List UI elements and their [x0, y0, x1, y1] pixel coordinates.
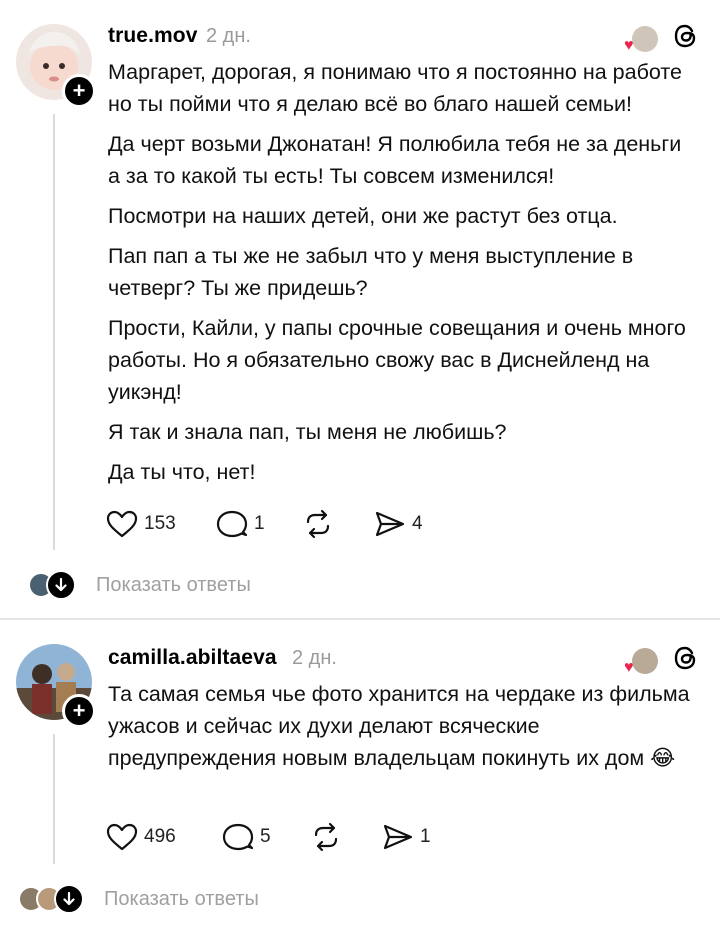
follow-button[interactable]: +: [62, 74, 96, 108]
threads-logo-icon[interactable]: [672, 22, 700, 55]
thread-post: + true.mov 2 дн. ♥ Маргарет, дорогая, я …: [0, 0, 720, 620]
post-paragraph: Посмотри на наших детей, они же растут б…: [108, 204, 618, 228]
post-body: Маргарет, дорогая, я понимаю что я посто…: [108, 56, 698, 496]
share-count: 1: [420, 826, 431, 847]
post-paragraph: Маргарет, дорогая, я понимаю что я посто…: [108, 60, 682, 116]
post-paragraph: Прости, Кайли, у папы срочные совещания …: [108, 316, 686, 404]
reactor-avatar[interactable]: ♥: [624, 647, 658, 675]
follow-button[interactable]: +: [62, 694, 96, 728]
send-icon: [375, 511, 405, 537]
post-paragraph: Та самая семья чье фото хранится на черд…: [108, 682, 690, 770]
heart-icon: ♥: [624, 658, 634, 676]
heart-outline-icon: [106, 510, 138, 538]
share-button[interactable]: 1: [382, 820, 431, 854]
reactor-avatar[interactable]: ♥: [624, 25, 658, 53]
comment-button[interactable]: 1: [216, 507, 265, 541]
threads-logo-icon[interactable]: [672, 644, 700, 677]
like-button[interactable]: 496: [106, 820, 176, 854]
speech-bubble-icon: [216, 510, 248, 538]
post-paragraph: Пап пап а ты же не забыл что у меня выст…: [108, 244, 634, 300]
thread-line: [53, 114, 55, 550]
post-paragraph: Да черт возьми Джонатан! Я полюбила тебя…: [108, 132, 682, 188]
like-count: 153: [144, 513, 176, 534]
heart-icon: ♥: [624, 36, 634, 54]
heart-outline-icon: [106, 823, 138, 851]
repost-icon: [314, 822, 338, 852]
arrow-down-icon: [46, 570, 76, 600]
post-actions: 153 1 4: [106, 507, 506, 541]
repost-button[interactable]: [310, 820, 342, 854]
post-topright: ♥: [624, 22, 700, 55]
thread-line: [53, 734, 55, 864]
comment-count: 1: [254, 513, 265, 534]
show-replies[interactable]: Показать ответы: [28, 570, 251, 600]
like-button[interactable]: 153: [106, 507, 176, 541]
post-body: Та самая семья чье фото хранится на черд…: [108, 678, 698, 782]
post-paragraph: Я так и знала пап, ты меня не любишь?: [108, 420, 507, 444]
comment-count: 5: [260, 826, 271, 847]
send-icon: [383, 824, 413, 850]
post-time: 2 дн.: [292, 647, 337, 669]
repost-icon: [306, 509, 330, 539]
username[interactable]: true.mov: [108, 24, 198, 48]
thread-post: + camilla.abiltaeva 2 дн. ♥ Та самая сем…: [0, 620, 720, 932]
post-actions: 496 5 1: [106, 820, 506, 854]
post-time: 2 дн.: [206, 25, 251, 47]
like-count: 496: [144, 826, 176, 847]
comment-button[interactable]: 5: [222, 820, 271, 854]
post-topright: ♥: [624, 644, 700, 677]
username[interactable]: camilla.abiltaeva: [108, 646, 277, 670]
share-button[interactable]: 4: [374, 507, 423, 541]
show-replies-label: Показать ответы: [104, 887, 259, 910]
post-paragraph: Да ты что, нет!: [108, 460, 256, 484]
arrow-down-icon: [54, 884, 84, 914]
show-replies-label: Показать ответы: [96, 573, 251, 596]
share-count: 4: [412, 513, 423, 534]
speech-bubble-icon: [222, 823, 254, 851]
repost-button[interactable]: [302, 507, 334, 541]
show-replies[interactable]: Показать ответы: [18, 884, 259, 914]
